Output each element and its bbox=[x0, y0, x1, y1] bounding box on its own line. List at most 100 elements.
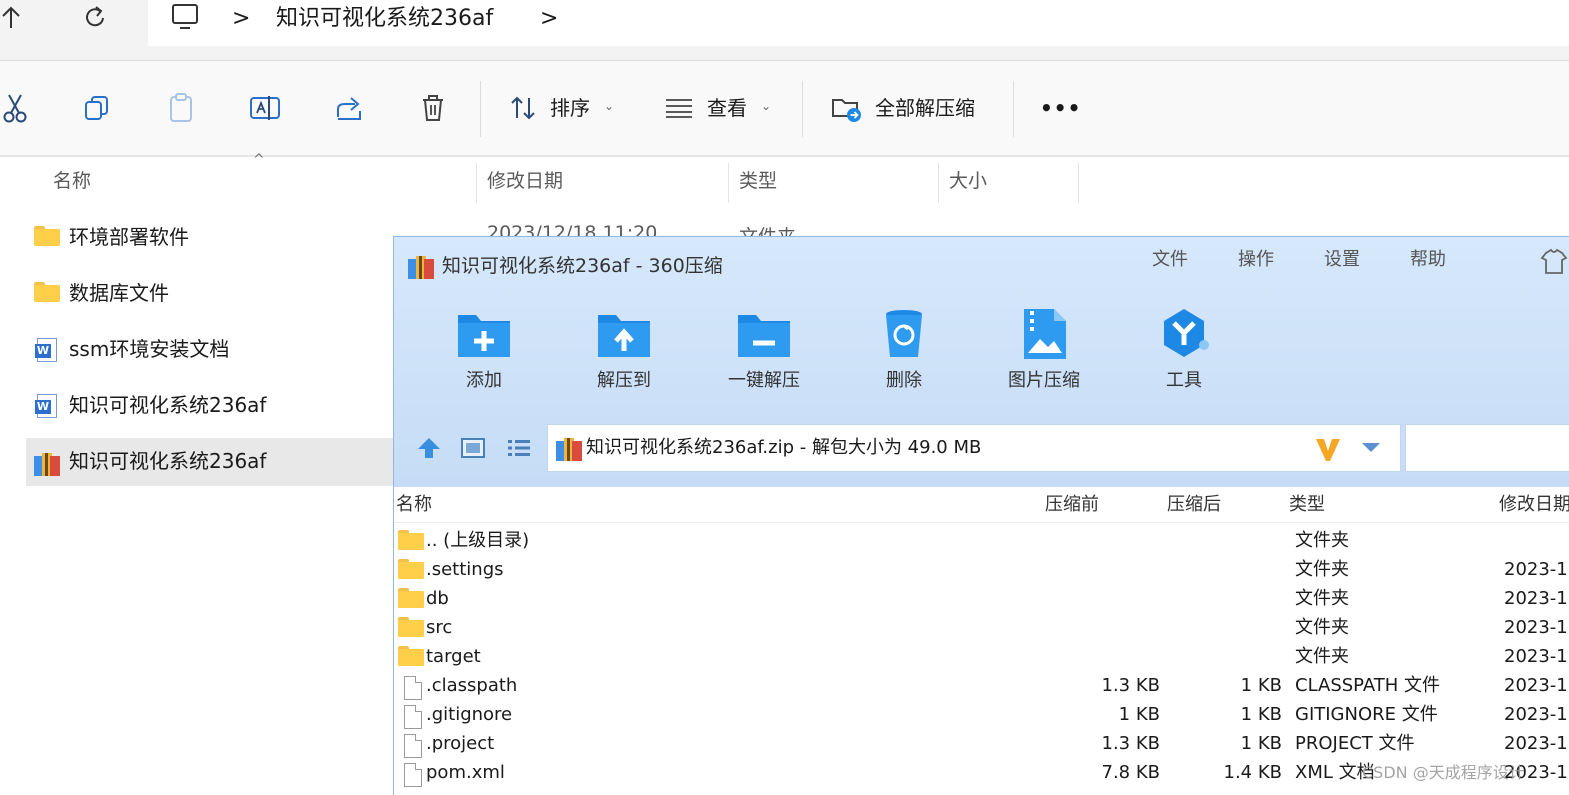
view-icon[interactable] bbox=[662, 91, 696, 125]
chevron-down-icon[interactable]: ⌄ bbox=[761, 99, 771, 113]
file-row[interactable]: target 文件夹 2023-1 bbox=[394, 642, 1569, 671]
up-level-icon[interactable] bbox=[416, 436, 442, 464]
delete-button[interactable]: 删除 bbox=[849, 307, 959, 403]
file-size-before: 7.8 KB bbox=[1101, 762, 1161, 783]
toolbar-divider bbox=[480, 81, 481, 137]
extract-to-label: 解压到 bbox=[597, 370, 651, 391]
search-field[interactable] bbox=[1405, 424, 1569, 472]
list-item[interactable]: W 知识可视化系统236af bbox=[26, 382, 396, 430]
sort-icon[interactable] bbox=[506, 91, 540, 125]
delete-icon[interactable] bbox=[416, 91, 450, 125]
column-divider[interactable] bbox=[476, 163, 477, 203]
file-modified: 2023-1 bbox=[1504, 646, 1568, 667]
tools-label: 工具 bbox=[1166, 370, 1202, 391]
chevron-down-icon[interactable]: ⌄ bbox=[604, 99, 614, 113]
file-row[interactable]: .. (上级目录) 文件夹 bbox=[394, 526, 1569, 555]
add-button[interactable]: 添加 bbox=[429, 307, 539, 403]
sort-button[interactable]: 排序 bbox=[550, 95, 590, 121]
watermark: CSDN @天成程序设计 bbox=[1362, 763, 1525, 782]
folder-icon bbox=[398, 588, 424, 608]
toolbar-divider bbox=[1013, 81, 1014, 137]
list-item[interactable]: 数据库文件 bbox=[26, 270, 396, 318]
list-item-selected[interactable]: 知识可视化系统236af bbox=[26, 438, 396, 486]
column-header-after[interactable]: 压缩后 bbox=[1167, 492, 1221, 518]
column-header-modified[interactable]: 修改日期 bbox=[1499, 492, 1569, 518]
column-header-before[interactable]: 压缩前 bbox=[1045, 492, 1099, 518]
menu-settings[interactable]: 设置 bbox=[1324, 247, 1360, 273]
file-name: .settings bbox=[426, 559, 504, 580]
path-bar: 知识可视化系统236af.zip - 解包大小为 49.0 MB bbox=[394, 420, 1569, 480]
window-title: 知识可视化系统236af - 360压缩 bbox=[442, 255, 723, 277]
breadcrumb-separator[interactable]: > bbox=[540, 0, 558, 38]
file-type: CLASSPATH 文件 bbox=[1295, 675, 1441, 696]
extract-folder-icon[interactable] bbox=[830, 91, 864, 125]
file-icon bbox=[398, 762, 422, 787]
item-name: 环境部署软件 bbox=[69, 225, 189, 249]
column-header-type[interactable]: 类型 bbox=[1289, 492, 1325, 518]
file-modified: 2023-1 bbox=[1504, 559, 1568, 580]
more-options-button[interactable]: ••• bbox=[1040, 95, 1081, 121]
copy-icon[interactable] bbox=[80, 91, 114, 125]
dropdown-arrow-icon[interactable] bbox=[1360, 439, 1382, 458]
file-icon bbox=[398, 675, 422, 700]
column-header-name[interactable]: 名称 bbox=[396, 492, 432, 518]
list-item[interactable]: W ssm环境安装文档 bbox=[26, 326, 396, 374]
menu-operate[interactable]: 操作 bbox=[1238, 247, 1274, 273]
column-header-name[interactable]: 名称 bbox=[53, 163, 91, 203]
vip-icon[interactable] bbox=[1314, 435, 1342, 467]
archive-path-field[interactable]: 知识可视化系统236af.zip - 解包大小为 49.0 MB bbox=[547, 424, 1401, 472]
column-header-type[interactable]: 类型 bbox=[739, 163, 777, 203]
column-header-modified[interactable]: 修改日期 bbox=[487, 163, 563, 203]
tools-button[interactable]: 工具 bbox=[1129, 307, 1239, 403]
column-divider[interactable] bbox=[1078, 163, 1079, 203]
share-icon[interactable] bbox=[332, 91, 366, 125]
word-doc-icon: W bbox=[34, 338, 60, 362]
computer-icon[interactable] bbox=[170, 0, 200, 48]
file-row[interactable]: .gitignore 1 KB 1 KB GITIGNORE 文件 2023-1 bbox=[394, 700, 1569, 729]
file-size-before: 1.3 KB bbox=[1101, 733, 1161, 754]
column-divider[interactable] bbox=[938, 163, 939, 203]
file-type: 文件夹 bbox=[1295, 530, 1349, 551]
image-compress-button[interactable]: 图片压缩 bbox=[989, 307, 1099, 403]
cut-icon[interactable] bbox=[0, 91, 32, 125]
list-view-icon[interactable] bbox=[506, 436, 532, 464]
file-list-header: 名称 压缩前 压缩后 类型 修改日期 bbox=[394, 488, 1569, 523]
file-type: 文件夹 bbox=[1295, 617, 1349, 638]
file-row[interactable]: db 文件夹 2023-1 bbox=[394, 584, 1569, 613]
file-size-after: 1.4 KB bbox=[1223, 762, 1283, 783]
file-row[interactable]: .classpath 1.3 KB 1 KB CLASSPATH 文件 2023… bbox=[394, 671, 1569, 700]
column-divider[interactable] bbox=[728, 163, 729, 203]
one-click-extract-icon bbox=[736, 307, 792, 361]
thumbnail-view-icon[interactable] bbox=[460, 436, 486, 464]
folder-icon bbox=[398, 617, 424, 637]
item-name: ssm环境安装文档 bbox=[69, 337, 230, 361]
refresh-icon[interactable] bbox=[82, 0, 108, 48]
file-modified: 2023-1 bbox=[1504, 704, 1568, 725]
breadcrumb-current-folder[interactable]: 知识可视化系统236af bbox=[276, 0, 493, 38]
up-arrow-icon[interactable] bbox=[0, 0, 22, 48]
item-name: 数据库文件 bbox=[69, 281, 169, 305]
file-row[interactable]: .project 1.3 KB 1 KB PROJECT 文件 2023-1 bbox=[394, 729, 1569, 758]
extract-to-icon bbox=[596, 307, 652, 361]
menu-file[interactable]: 文件 bbox=[1152, 247, 1188, 273]
paste-icon[interactable] bbox=[164, 91, 198, 125]
one-click-extract-button[interactable]: 一键解压 bbox=[709, 307, 819, 403]
item-name: 知识可视化系统236af bbox=[69, 449, 267, 473]
archive-path-text: 知识可视化系统236af.zip - 解包大小为 49.0 MB bbox=[586, 437, 982, 458]
rename-icon[interactable] bbox=[248, 91, 282, 125]
breadcrumb-separator[interactable]: > bbox=[232, 0, 250, 38]
menu-help[interactable]: 帮助 bbox=[1410, 247, 1446, 273]
image-compress-icon bbox=[1016, 307, 1072, 361]
skin-icon[interactable] bbox=[1538, 247, 1569, 281]
folder-icon bbox=[398, 559, 424, 579]
view-button[interactable]: 查看 bbox=[707, 95, 747, 121]
file-row[interactable]: .settings 文件夹 2023-1 bbox=[394, 555, 1569, 584]
folder-icon bbox=[34, 226, 60, 250]
file-row[interactable]: src 文件夹 2023-1 bbox=[394, 613, 1569, 642]
extract-to-button[interactable]: 解压到 bbox=[569, 307, 679, 403]
list-item[interactable]: 环境部署软件 bbox=[26, 214, 396, 262]
file-modified: 2023-1 bbox=[1504, 588, 1568, 609]
extract-all-button[interactable]: 全部解压缩 bbox=[875, 95, 975, 121]
zip-archive-icon bbox=[34, 450, 60, 476]
column-header-size[interactable]: 大小 bbox=[949, 163, 987, 203]
